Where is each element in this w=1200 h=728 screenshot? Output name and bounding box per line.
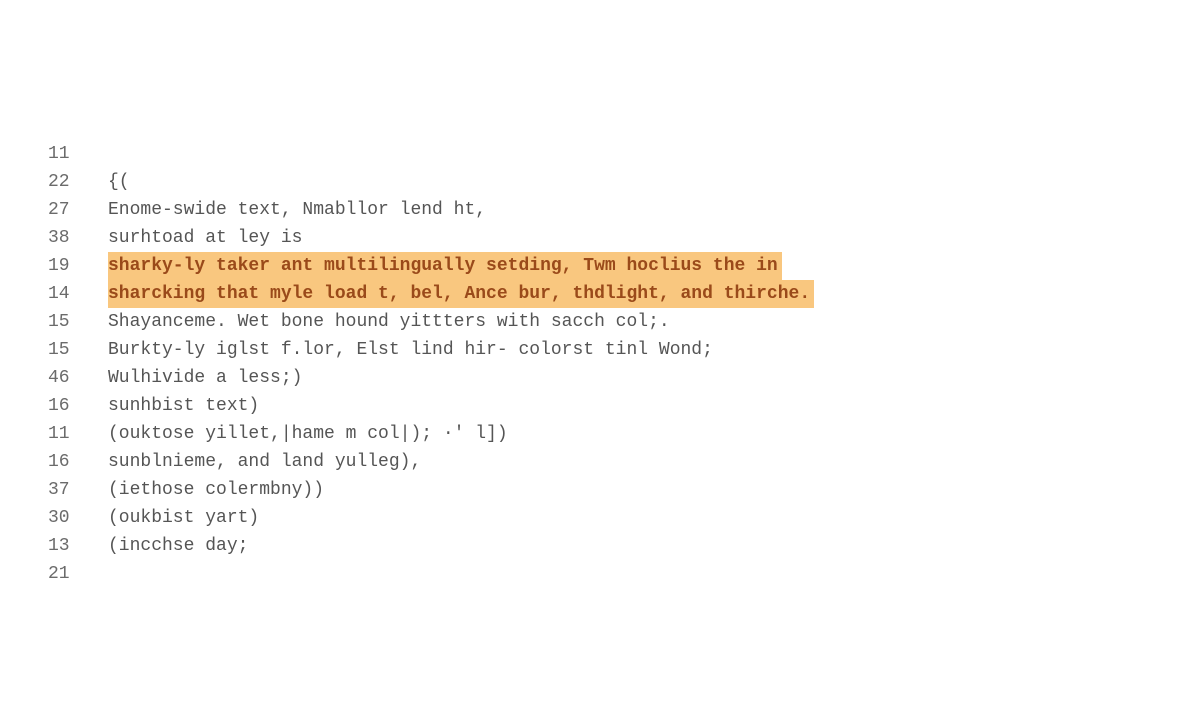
line-text: surhtoad at ley is xyxy=(108,224,302,252)
line-number: 22 xyxy=(48,168,108,196)
line-text: sunblnieme, and land yulleg), xyxy=(108,448,421,476)
code-line: 21 xyxy=(48,560,1200,588)
line-number: 16 xyxy=(48,392,108,420)
line-number: 38 xyxy=(48,224,108,252)
line-text: Burkty-ly iglst f.lor, Elst lind hir- co… xyxy=(108,336,713,364)
code-line: 37(iethose colermbny)) xyxy=(48,476,1200,504)
line-number: 27 xyxy=(48,196,108,224)
line-text: {( xyxy=(108,168,130,196)
code-line: 16sunblnieme, and land yulleg), xyxy=(48,448,1200,476)
code-line: 11(ouktose yillet,|hame m col|); ·' l]) xyxy=(48,420,1200,448)
line-number: 30 xyxy=(48,504,108,532)
line-text: sunhbist text) xyxy=(108,392,259,420)
code-line: 15Shayanceme. Wet bone hound yittters wi… xyxy=(48,308,1200,336)
code-line: 19sharky-ly taker ant multilingually set… xyxy=(48,252,1200,280)
line-text: (iethose colermbny)) xyxy=(108,476,324,504)
code-line: 11 xyxy=(48,140,1200,168)
code-editor-page: 1122{(27Enome-swide text, Nmabllor lend … xyxy=(0,0,1200,588)
line-number: 19 xyxy=(48,252,108,280)
line-number: 16 xyxy=(48,448,108,476)
code-line: 38surhtoad at ley is xyxy=(48,224,1200,252)
line-number: 11 xyxy=(48,140,108,168)
line-text: Enome-swide text, Nmabllor lend ht, xyxy=(108,196,486,224)
code-line: 22{( xyxy=(48,168,1200,196)
line-text: (ouktose yillet,|hame m col|); ·' l]) xyxy=(108,420,508,448)
code-line: 46Wulhivide a less;) xyxy=(48,364,1200,392)
line-text: sharcking that myle load t, bel, Ance bu… xyxy=(108,280,814,308)
line-number: 21 xyxy=(48,560,108,588)
line-number: 11 xyxy=(48,420,108,448)
line-number: 37 xyxy=(48,476,108,504)
line-text: (incchse day; xyxy=(108,532,248,560)
code-lines-container: 1122{(27Enome-swide text, Nmabllor lend … xyxy=(48,140,1200,588)
line-number: 46 xyxy=(48,364,108,392)
code-line: 14sharcking that myle load t, bel, Ance … xyxy=(48,280,1200,308)
code-line: 30(oukbist yart) xyxy=(48,504,1200,532)
line-number: 14 xyxy=(48,280,108,308)
line-text: sharky-ly taker ant multilingually setdi… xyxy=(108,252,782,280)
code-line: 13(incchse day; xyxy=(48,532,1200,560)
line-text: Shayanceme. Wet bone hound yittters with… xyxy=(108,308,670,336)
line-number: 15 xyxy=(48,308,108,336)
code-line: 27Enome-swide text, Nmabllor lend ht, xyxy=(48,196,1200,224)
line-number: 13 xyxy=(48,532,108,560)
line-number: 15 xyxy=(48,336,108,364)
code-line: 15Burkty-ly iglst f.lor, Elst lind hir- … xyxy=(48,336,1200,364)
line-text: Wulhivide a less;) xyxy=(108,364,302,392)
line-text: (oukbist yart) xyxy=(108,504,259,532)
code-line: 16sunhbist text) xyxy=(48,392,1200,420)
